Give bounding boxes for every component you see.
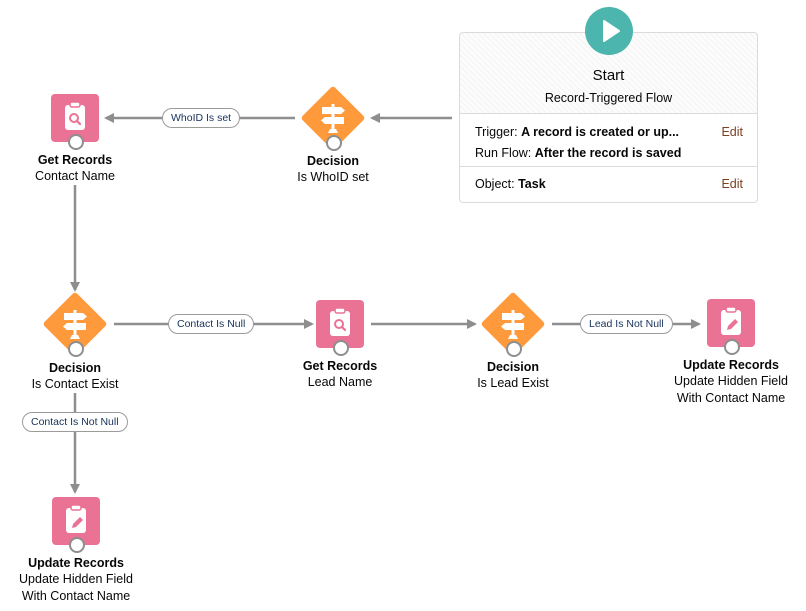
decision-port[interactable] (68, 341, 84, 357)
edit-object-link[interactable]: Edit (721, 174, 743, 195)
object-value: Task (518, 177, 546, 191)
node-name-line1: Update Hidden Field (19, 572, 133, 586)
play-icon (603, 20, 620, 42)
node-type: Get Records (302, 359, 378, 373)
update-records-bottom[interactable] (52, 497, 100, 553)
node-name-line2: With Contact Name (676, 391, 786, 405)
node-name: Is WhoID set (297, 170, 369, 184)
node-type: Get Records (37, 153, 113, 167)
records-port[interactable] (333, 340, 349, 356)
run-flow-row: Run Flow: After the record is saved (460, 143, 757, 164)
get-records-lead-name-label: Get Records Lead Name (265, 358, 415, 391)
node-type: Decision (486, 360, 540, 374)
trigger-value: A record is created or up... (521, 125, 680, 139)
decision-is-contact-exist[interactable] (42, 291, 108, 357)
node-name: Lead Name (307, 375, 373, 389)
connector-label-whoid-is-set[interactable]: WhoID Is set (162, 108, 241, 128)
start-object-section: Object: Task Edit (460, 167, 757, 195)
update-records-right-label: Update Records Update Hidden Field With … (656, 357, 806, 407)
connector-label-lead-is-not-null[interactable]: Lead Is Not Null (580, 314, 673, 334)
connector-label-contact-is-null[interactable]: Contact Is Null (168, 314, 255, 334)
records-port[interactable] (68, 134, 84, 150)
node-name-line1: Update Hidden Field (674, 374, 788, 388)
decision-is-whoid-set-label: Decision Is WhoID set (253, 153, 413, 186)
get-records-contact-name-label: Get Records Contact Name (0, 152, 150, 185)
object-row: Object: Task Edit (460, 174, 757, 195)
run-flow-value: After the record is saved (534, 146, 682, 160)
node-name-line2: With Contact Name (21, 589, 131, 603)
start-element[interactable]: Start Record-Triggered Flow Trigger: A r… (459, 32, 758, 203)
decision-is-whoid-set[interactable] (300, 85, 366, 151)
node-type: Update Records (683, 358, 779, 372)
object-label: Object: (475, 177, 515, 191)
get-records-lead-name[interactable] (316, 300, 364, 356)
records-port[interactable] (69, 537, 85, 553)
run-flow-label: Run Flow: (475, 146, 532, 160)
decision-is-contact-exist-label: Decision Is Contact Exist (0, 360, 150, 393)
node-name: Is Lead Exist (477, 376, 549, 390)
trigger-label: Trigger: (475, 125, 518, 139)
start-subtitle: Record-Triggered Flow (544, 91, 673, 105)
start-trigger-section: Trigger: A record is created or up... Ed… (460, 114, 757, 167)
decision-is-lead-exist-label: Decision Is Lead Exist (438, 359, 588, 392)
flow-canvas: WhoID Is set Contact Is Null Contact Is … (0, 0, 806, 611)
start-play-button[interactable] (585, 7, 633, 55)
decision-port[interactable] (506, 341, 522, 357)
update-records-right[interactable] (707, 299, 755, 355)
trigger-row: Trigger: A record is created or up... Ed… (460, 122, 757, 143)
update-records-bottom-label: Update Records Update Hidden Field With … (0, 555, 152, 605)
node-name: Is Contact Exist (31, 377, 119, 391)
decision-port[interactable] (326, 135, 342, 151)
decision-is-lead-exist[interactable] (480, 291, 546, 357)
node-type: Decision (48, 361, 102, 375)
connector-label-contact-is-not-null[interactable]: Contact Is Not Null (22, 412, 128, 432)
node-name: Contact Name (35, 169, 115, 183)
node-type: Update Records (28, 556, 124, 570)
edit-trigger-link[interactable]: Edit (721, 122, 743, 143)
node-type: Decision (306, 154, 360, 168)
get-records-contact-name[interactable] (51, 94, 99, 150)
records-port[interactable] (724, 339, 740, 355)
